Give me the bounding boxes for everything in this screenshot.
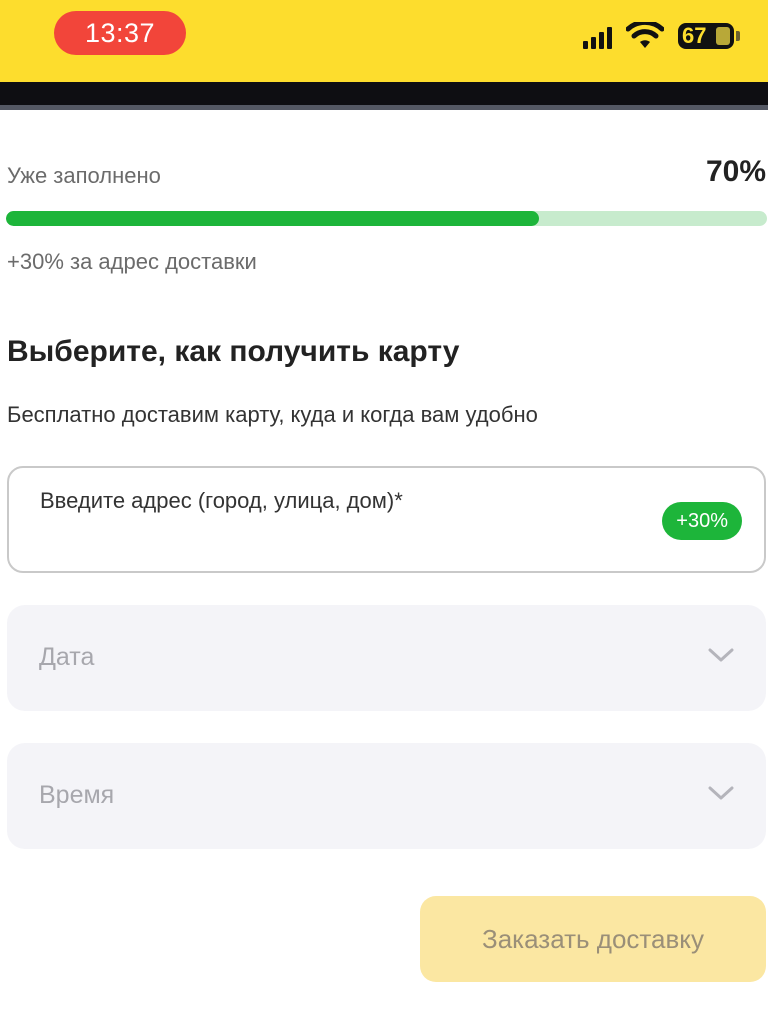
address-input[interactable]: Введите адрес (город, улица, дом)* +30% [7,466,766,573]
address-placeholder: Введите адрес (город, улица, дом)* [40,488,403,513]
progress-fill [6,211,539,226]
section-subtitle: Бесплатно доставим карту, куда и когда в… [7,402,538,427]
section-title: Выберите, как получить карту [7,335,460,368]
progress-label: Уже заполнено [7,163,161,188]
chevron-down-icon [708,648,734,662]
status-icons: 67 [583,18,740,54]
battery-icon: 67 [678,23,740,49]
wifi-icon [626,22,664,50]
time-select[interactable]: Время [7,743,766,849]
order-delivery-button[interactable]: Заказать доставку [420,896,766,982]
date-select[interactable]: Дата [7,605,766,711]
progress-percent: 70% [705,155,766,188]
cellular-signal-icon [583,23,612,49]
time-select-label: Время [39,781,115,809]
battery-level: 67 [682,23,707,48]
address-bonus-badge: +30% [662,502,742,540]
header-bar [0,82,768,110]
progress-bar [6,211,767,226]
status-bar: 13:37 67 [0,0,768,82]
progress-hint: +30% за адрес доставки [7,249,257,274]
chevron-down-icon [708,786,734,800]
date-select-label: Дата [39,643,95,671]
status-time: 13:37 [54,11,186,55]
